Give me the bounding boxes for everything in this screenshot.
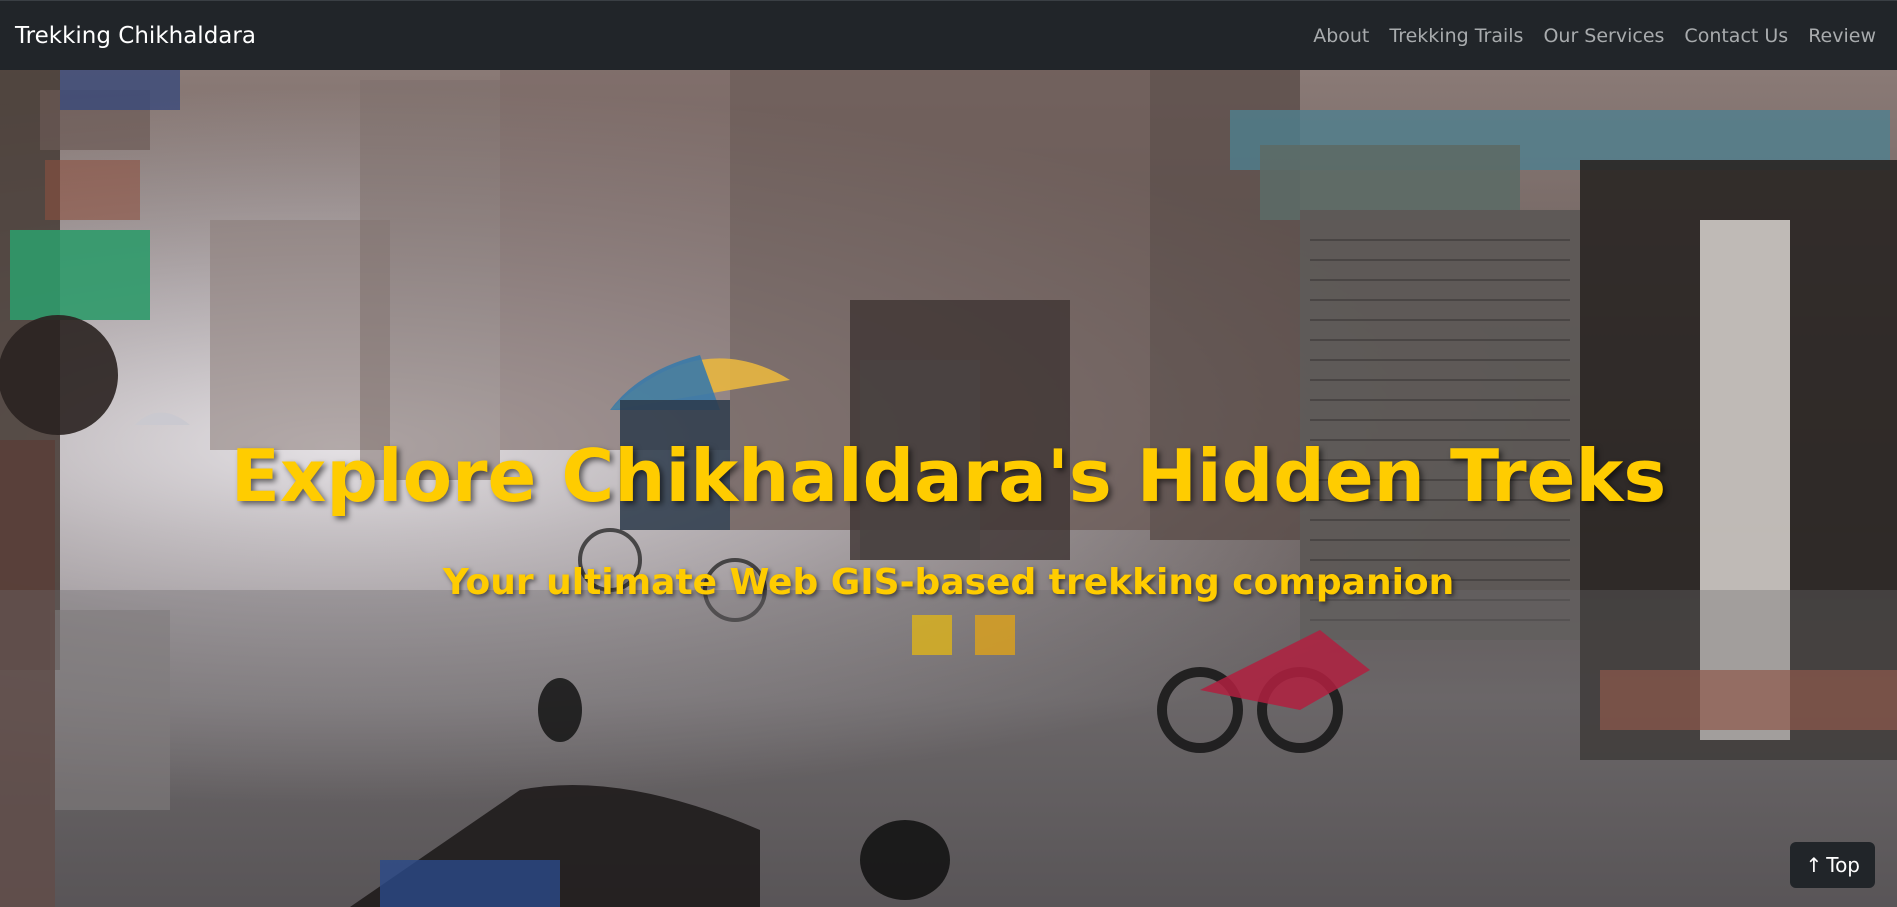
nav-link-our-services[interactable]: Our Services bbox=[1533, 25, 1674, 47]
hero-subtitle: Your ultimate Web GIS-based trekking com… bbox=[442, 562, 1455, 603]
arrow-up-icon: ↑ bbox=[1805, 853, 1823, 877]
hero-content: Explore Chikhaldara's Hidden Treks Your … bbox=[0, 70, 1897, 907]
nav-link-trekking-trails[interactable]: Trekking Trails bbox=[1379, 25, 1533, 47]
nav-link-about[interactable]: About bbox=[1303, 25, 1379, 47]
brand-logo[interactable]: Trekking Chikhaldara bbox=[15, 23, 256, 49]
back-to-top-button[interactable]: ↑ Top bbox=[1790, 842, 1875, 888]
hero-title: Explore Chikhaldara's Hidden Treks bbox=[230, 434, 1667, 518]
nav-link-review[interactable]: Review bbox=[1798, 25, 1882, 47]
back-to-top-label: Top bbox=[1826, 853, 1860, 877]
nav-link-contact-us[interactable]: Contact Us bbox=[1674, 25, 1798, 47]
navbar: Trekking Chikhaldara About Trekking Trai… bbox=[0, 0, 1897, 70]
hero-section: Explore Chikhaldara's Hidden Treks Your … bbox=[0, 70, 1897, 907]
nav-links: About Trekking Trails Our Services Conta… bbox=[1303, 25, 1882, 47]
